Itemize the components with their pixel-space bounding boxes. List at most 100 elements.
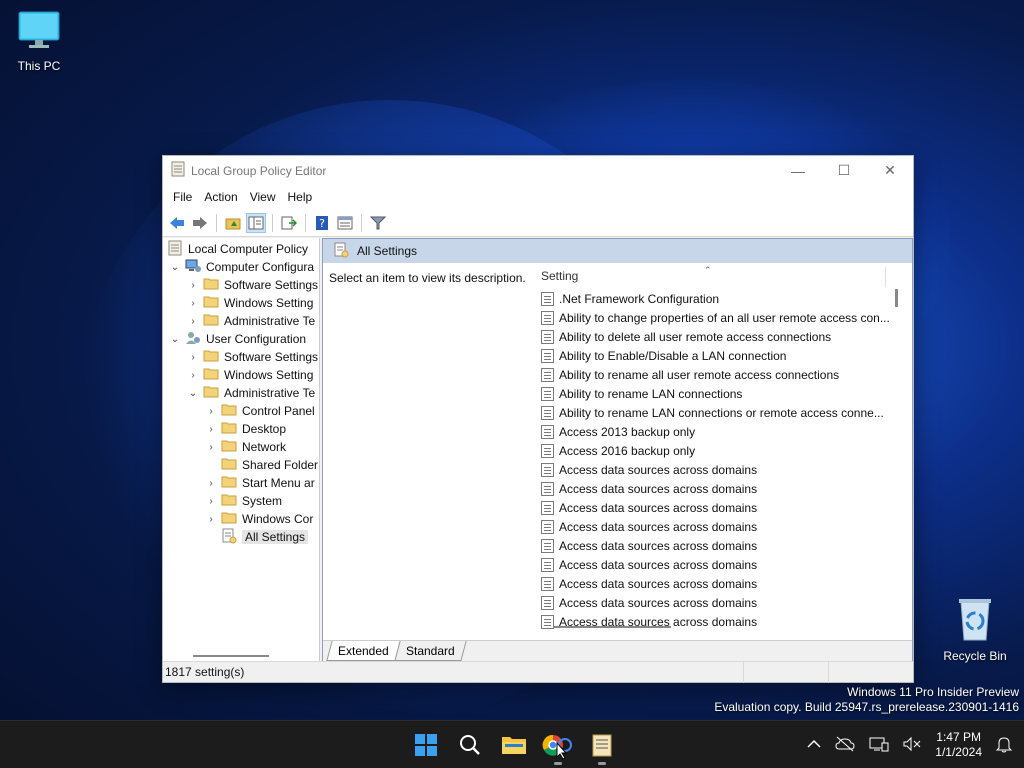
help-button[interactable]: ? [312,213,332,233]
forward-button[interactable] [190,213,210,233]
show-hide-tree-button[interactable] [246,212,266,233]
tree-label: Windows Setting [224,368,314,382]
setting-label: Access 2013 backup only [559,424,696,439]
close-icon: ✕ [884,162,896,178]
setting-row[interactable]: Access data sources across domains [536,479,896,498]
menu-action[interactable]: Action [198,190,243,204]
tree-item-uc-administrative-templates[interactable]: ⌄ Administrative Te [187,384,315,402]
chevron-down-icon[interactable]: ⌄ [187,388,199,399]
tree-item-start-menu[interactable]: › Start Menu ar [205,474,314,492]
tree-item-system[interactable]: › System [205,492,282,510]
setting-row[interactable]: Access data sources across domains [536,517,896,536]
setting-row[interactable]: Access data sources across domains [536,555,896,574]
back-arrow-icon [170,216,184,229]
setting-row[interactable]: Ability to rename LAN connections or rem… [536,403,896,422]
tree-item-all-settings[interactable]: All Settings [221,528,309,546]
tab-standard[interactable]: Standard [394,641,467,661]
tree-item-user-configuration[interactable]: ⌄ User Configuration [169,330,306,348]
onedrive-button[interactable] [835,736,855,755]
chevron-right-icon[interactable]: › [205,496,217,507]
tree-item-uc-windows-settings[interactable]: › Windows Setting [187,366,313,384]
properties-button[interactable] [335,213,355,233]
tree-item-local-computer-policy[interactable]: Local Computer Policy [167,240,308,258]
tree-item-uc-software-settings[interactable]: › Software Settings [187,348,318,366]
vertical-scrollbar-thumb[interactable] [895,289,898,307]
horizontal-scrollbar-thumb[interactable] [553,626,671,628]
network-button[interactable] [869,736,889,755]
chevron-right-icon[interactable]: › [205,442,217,453]
search-button[interactable] [454,729,486,761]
minimize-icon: — [791,162,805,179]
tree-item-shared-folders[interactable]: Shared Folder [205,456,318,474]
file-explorer-button[interactable] [498,729,530,761]
desktop-icon-this-pc[interactable]: This PC [4,10,74,73]
setting-row[interactable]: Ability to rename all user remote access… [536,365,896,384]
chevron-right-icon[interactable]: › [205,424,217,435]
setting-row[interactable]: Access data sources across domains [536,574,896,593]
filter-button[interactable] [368,213,388,233]
desktop-icon-recycle-bin[interactable]: Recycle Bin [940,596,1010,663]
setting-row[interactable]: Access 2013 backup only [536,422,896,441]
details-title: All Settings [357,244,418,258]
back-button[interactable] [167,213,187,233]
setting-row[interactable]: Ability to delete all user remote access… [536,327,896,346]
tree-label: Control Panel [242,404,315,418]
maximize-button[interactable]: ☐ [821,156,867,185]
all-settings-icon [333,242,349,261]
start-button[interactable] [410,729,442,761]
setting-row[interactable]: Access data sources across domains [536,612,896,631]
column-header-label: Setting [541,269,579,283]
menu-view[interactable]: View [244,190,282,204]
tree-item-network[interactable]: › Network [205,438,286,456]
volume-button[interactable] [903,736,921,755]
monitor-icon [4,10,74,55]
menu-help[interactable]: Help [282,190,319,204]
chevron-right-icon[interactable]: › [187,370,199,381]
policy-setting-icon [541,348,554,363]
column-header-setting[interactable]: Setting ⌃ [536,263,886,289]
notifications-button[interactable] [995,735,1013,756]
tree-item-cc-administrative-templates[interactable]: › Administrative Te [187,312,315,330]
chevron-right-icon[interactable]: › [205,478,217,489]
setting-row[interactable]: Access data sources across domains [536,536,896,555]
menu-file[interactable]: File [167,190,198,204]
chevron-right-icon[interactable]: › [187,352,199,363]
setting-label: Access data sources across domains [559,500,758,515]
chevron-down-icon[interactable]: ⌄ [169,262,181,273]
chevron-right-icon[interactable]: › [205,514,217,525]
tree-item-cc-software-settings[interactable]: › Software Settings [187,276,318,294]
chevron-down-icon[interactable]: ⌄ [169,334,181,345]
export-list-button[interactable] [279,213,299,233]
setting-row[interactable]: Access data sources across domains [536,498,896,517]
tree-item-control-panel[interactable]: › Control Panel [205,402,315,420]
title-bar[interactable]: Local Group Policy Editor — ☐ ✕ [163,156,913,185]
close-button[interactable]: ✕ [867,156,913,185]
clock-time: 1:47 PM [936,730,981,744]
setting-row[interactable]: Access data sources across domains [536,593,896,612]
up-folder-button[interactable] [223,213,243,233]
setting-row[interactable]: Ability to Enable/Disable a LAN connecti… [536,346,896,365]
notepad-button[interactable] [586,729,618,765]
chevron-right-icon[interactable]: › [187,298,199,309]
setting-row[interactable]: Ability to change properties of an all u… [536,308,896,327]
show-hidden-icons-button[interactable] [807,738,821,752]
chevron-right-icon[interactable]: › [187,280,199,291]
folder-icon [221,457,237,473]
chevron-right-icon[interactable]: › [187,316,199,327]
tree-item-computer-configuration[interactable]: ⌄ Computer Configura [169,258,314,276]
tree-item-desktop[interactable]: › Desktop [205,420,286,438]
tree-horizontal-scrollbar[interactable] [193,655,269,657]
tree-item-windows-components[interactable]: › Windows Cor [205,510,313,528]
taskbar: 1:47 PM 1/1/2024 [0,720,1024,768]
setting-row[interactable]: Access 2016 backup only [536,441,896,460]
chevron-up-icon [807,739,821,748]
policy-setting-icon [541,424,554,439]
setting-row[interactable]: .Net Framework Configuration [536,289,896,308]
tab-extended[interactable]: Extended [326,641,401,661]
chevron-right-icon[interactable]: › [205,406,217,417]
minimize-button[interactable]: — [775,156,821,185]
setting-row[interactable]: Ability to rename LAN connections [536,384,896,403]
clock[interactable]: 1:47 PM 1/1/2024 [935,730,982,760]
tree-item-cc-windows-settings[interactable]: › Windows Setting [187,294,313,312]
setting-row[interactable]: Access data sources across domains [536,460,896,479]
